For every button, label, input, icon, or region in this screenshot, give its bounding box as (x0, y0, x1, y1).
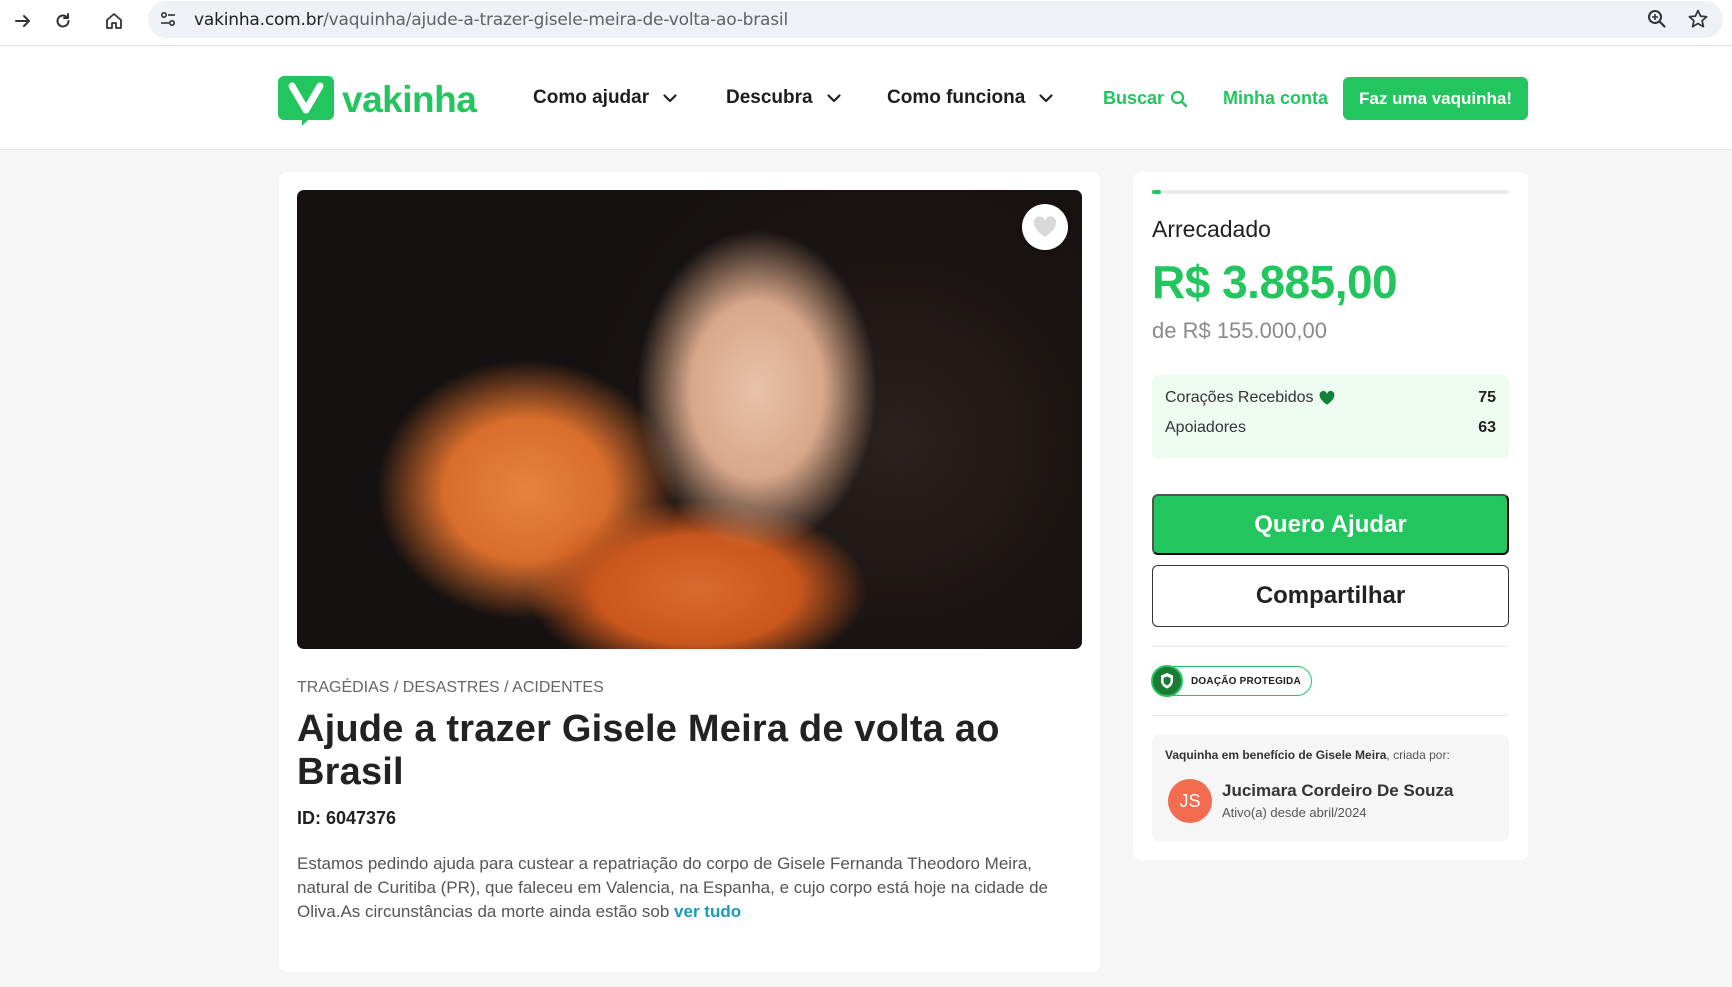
create-vaquinha-button[interactable]: Faz uma vaquinha! (1343, 77, 1528, 120)
divider (1152, 646, 1509, 647)
favorite-button[interactable] (1022, 204, 1068, 250)
protected-donation-badge[interactable]: DOAÇÃO PROTEGIDA (1151, 665, 1312, 697)
arrow-right-icon (15, 15, 30, 27)
raised-amount: R$ 3.885,00 (1152, 256, 1398, 308)
forward-button[interactable] (6, 4, 40, 38)
menu-descubra[interactable]: Descubra (726, 87, 841, 109)
address-bar[interactable]: vakinha.com.br/vaquinha/ajude-a-trazer-g… (148, 1, 1723, 38)
logo-mark-icon (278, 76, 334, 126)
creator-name[interactable]: Jucimara Cordeiro De Souza (1222, 781, 1453, 801)
home-icon (106, 13, 122, 29)
search-link[interactable]: Buscar (1103, 88, 1188, 109)
stats-box: Corações Recebidos 75 Apoiadores 63 (1152, 375, 1509, 458)
menu-como-ajudar[interactable]: Como ajudar (533, 87, 677, 109)
menu-label: Como ajudar (533, 87, 650, 108)
logo-text: vakinha (342, 79, 477, 120)
protected-badge-label: DOAÇÃO PROTEGIDA (1191, 675, 1301, 687)
campaign-title: Ajude a trazer Gisele Meira de volta ao … (297, 708, 1000, 793)
creator-box: Vaquinha em benefício de Gisele Meira, c… (1152, 735, 1509, 841)
hearts-count: 75 (1478, 389, 1496, 406)
vakinha-logo[interactable]: vakinha (278, 74, 477, 126)
url-host: vakinha.com.br (194, 10, 324, 30)
browser-toolbar: vakinha.com.br/vaquinha/ajude-a-trazer-g… (0, 0, 1732, 46)
zoom-icon[interactable] (1646, 8, 1668, 30)
menu-label: Como funciona (887, 87, 1026, 108)
url-text[interactable]: vakinha.com.br/vaquinha/ajude-a-trazer-g… (194, 10, 788, 30)
stat-hearts: Corações Recebidos 75 (1165, 389, 1496, 407)
progress-fill (1152, 190, 1161, 194)
created-by-text: , criada por: (1386, 748, 1450, 762)
chevron-down-icon (663, 93, 677, 102)
url-path: /vaquinha/ajude-a-trazer-gisele-meira-de… (323, 10, 788, 30)
bookmark-star-icon[interactable] (1687, 8, 1709, 30)
raised-label: Arrecadado (1152, 216, 1271, 242)
heart-icon (1033, 216, 1057, 237)
progress-bar (1152, 190, 1509, 194)
shield-icon (1151, 665, 1183, 697)
search-label: Buscar (1103, 88, 1165, 108)
hearts-label: Corações Recebidos (1165, 389, 1314, 406)
stat-supporters: Apoiadores 63 (1165, 419, 1496, 437)
reload-icon (56, 13, 70, 28)
site-header: vakinha Como ajudar Descubra Como funcio… (0, 47, 1732, 150)
campaign-card: TRAGÉDIAS / DESASTRES / ACIDENTES Ajude … (279, 172, 1100, 972)
description-text: Estamos pedindo ajuda para custear a rep… (297, 854, 1048, 921)
supporters-label: Apoiadores (1165, 419, 1246, 436)
campaign-description: Estamos pedindo ajuda para custear a rep… (297, 852, 1082, 924)
share-button[interactable]: Compartilhar (1152, 565, 1509, 627)
donation-sidebar: Arrecadado R$ 3.885,00 de R$ 155.000,00 … (1133, 172, 1528, 860)
read-more-link[interactable]: ver tudo (674, 902, 741, 921)
goal-amount: de R$ 155.000,00 (1152, 318, 1327, 343)
divider (1152, 715, 1509, 716)
donate-button[interactable]: Quero Ajudar (1152, 494, 1509, 555)
reload-button[interactable] (46, 4, 80, 38)
chevron-down-icon (827, 93, 841, 102)
chevron-down-icon (1039, 93, 1053, 102)
menu-label: Descubra (726, 87, 813, 108)
creator-caption: Vaquinha em benefício de Gisele Meira, c… (1165, 748, 1450, 762)
supporters-count: 63 (1478, 419, 1496, 436)
campaign-image[interactable] (297, 190, 1082, 649)
beneficiary-text: Vaquinha em benefício de Gisele Meira (1165, 748, 1387, 762)
campaign-id: ID: 6047376 (297, 808, 397, 828)
site-settings-icon[interactable] (158, 9, 178, 29)
avatar[interactable]: JS (1168, 779, 1212, 823)
heart-icon (1319, 390, 1334, 405)
stat-label: Corações Recebidos (1165, 389, 1336, 407)
category-breadcrumb[interactable]: TRAGÉDIAS / DESASTRES / ACIDENTES (297, 679, 604, 697)
account-link[interactable]: Minha conta (1223, 88, 1328, 109)
creator-since: Ativo(a) desde abril/2024 (1222, 805, 1367, 820)
search-icon (1170, 90, 1188, 107)
home-button[interactable] (97, 4, 131, 38)
menu-como-funciona[interactable]: Como funciona (887, 87, 1053, 109)
